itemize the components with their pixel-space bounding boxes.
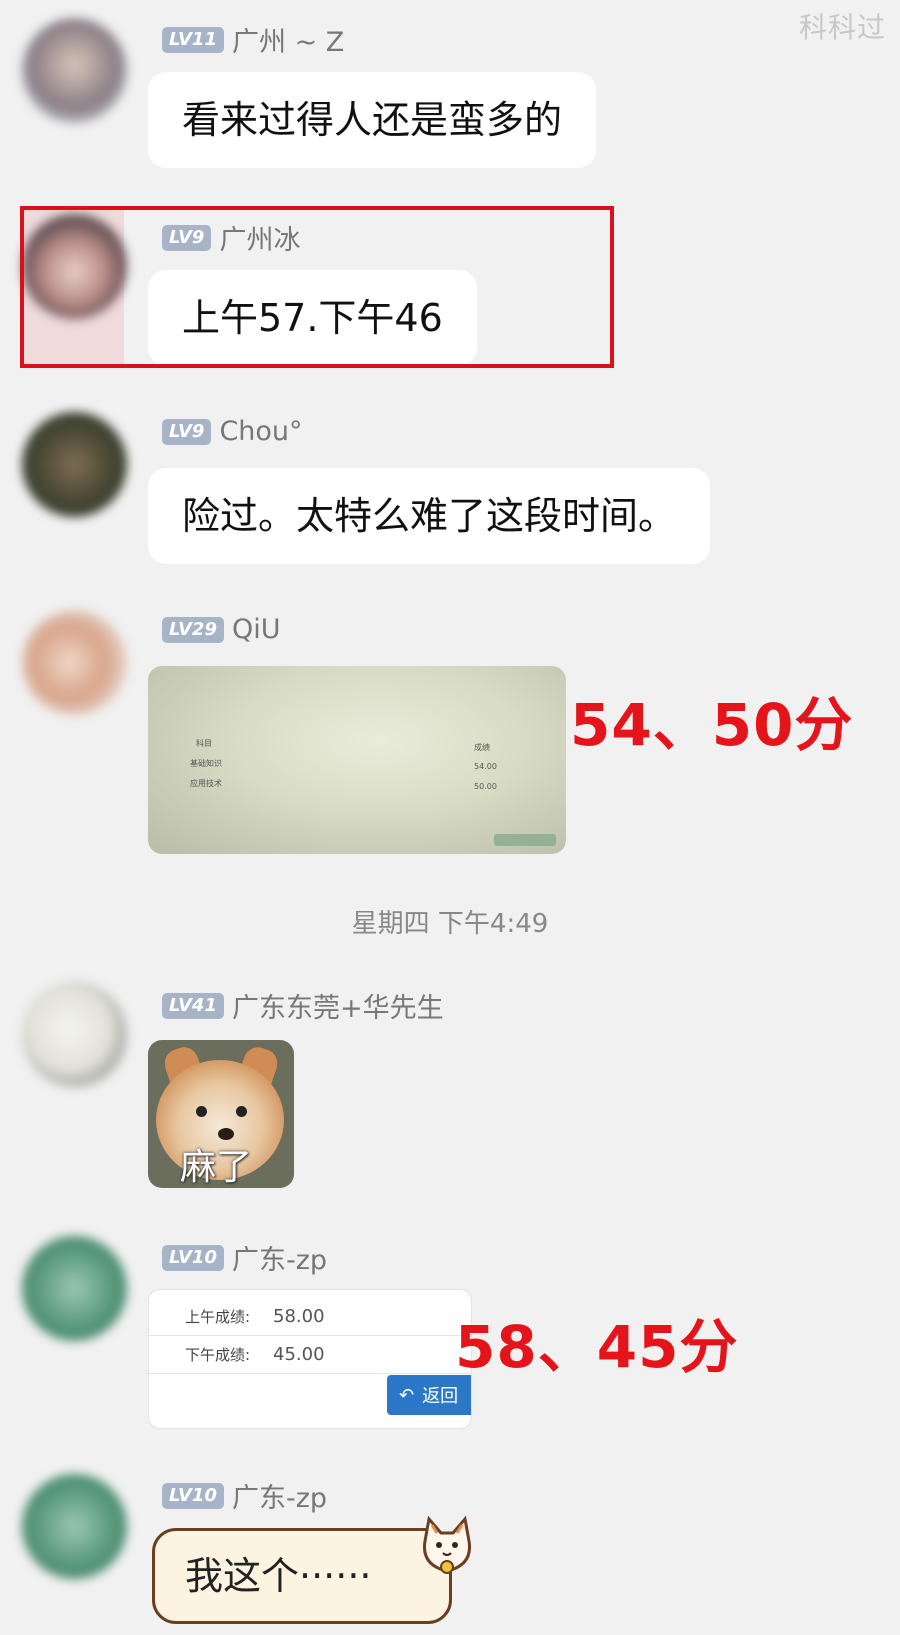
- level-badge: LV29: [162, 616, 224, 643]
- sender-name[interactable]: Chou°: [219, 416, 302, 447]
- avatar[interactable]: [22, 412, 127, 517]
- score-annotation: 58、45分: [455, 1313, 739, 1381]
- photo-text: 基础知识: [190, 759, 222, 768]
- avatar[interactable]: [22, 1236, 127, 1341]
- dog-eye: [236, 1106, 247, 1117]
- decorated-bubble[interactable]: 我这个······: [152, 1528, 452, 1624]
- highlight-box: [20, 206, 614, 368]
- watermark: 科科过: [798, 11, 886, 44]
- score-annotation: 54、50分: [570, 691, 854, 759]
- level-badge: LV10: [162, 1244, 224, 1271]
- message-meta: LV10 广东-zp: [162, 1476, 327, 1515]
- photo-text: 科目: [196, 739, 212, 748]
- score-row: 上午成绩: 58.00: [149, 1298, 471, 1336]
- photo-text: 50.00: [474, 782, 497, 791]
- level-badge: LV11: [162, 26, 224, 53]
- back-label: 返回: [422, 1386, 459, 1407]
- avatar[interactable]: [22, 982, 127, 1087]
- message-text: 我这个······: [185, 1554, 372, 1598]
- photo-toolbar: [494, 834, 556, 846]
- sender-name[interactable]: 广州 ~ Z: [232, 20, 344, 59]
- score-value: 45.00: [273, 1344, 325, 1365]
- level-badge: LV10: [162, 1482, 224, 1509]
- score-label: 下午成绩:: [185, 1346, 251, 1364]
- dog-sticker[interactable]: 麻了: [148, 1040, 294, 1188]
- message-bubble[interactable]: 看来过得人还是蛮多的: [148, 72, 597, 168]
- level-badge: LV9: [162, 418, 212, 445]
- photo-text: 成绩: [474, 743, 490, 752]
- message-meta: LV41 广东东莞+华先生: [162, 986, 444, 1025]
- sender-name[interactable]: 广东-zp: [232, 1238, 327, 1277]
- score-photo[interactable]: 科目 基础知识 应用技术 成绩 54.00 50.00: [148, 666, 566, 854]
- sender-name[interactable]: 广东-zp: [232, 1476, 327, 1515]
- avatar[interactable]: [22, 1474, 127, 1579]
- message-meta: LV10 广东-zp: [162, 1238, 327, 1277]
- message-bubble[interactable]: 险过。太特么难了这段时间。: [148, 468, 711, 564]
- lucky-cat-icon: [422, 1515, 472, 1574]
- sender-name[interactable]: QiU: [232, 614, 281, 645]
- sticker-caption: 麻了: [180, 1147, 253, 1188]
- photo-text: 应用技术: [190, 779, 222, 788]
- return-arrow-icon: ↶: [399, 1384, 415, 1406]
- dog-eye: [196, 1106, 207, 1117]
- score-value: 58.00: [273, 1306, 325, 1327]
- score-label: 上午成绩:: [185, 1308, 251, 1326]
- message-meta: LV29 QiU: [162, 614, 281, 645]
- sender-name[interactable]: 广东东莞+华先生: [232, 986, 444, 1025]
- message-meta: LV11 广州 ~ Z: [162, 20, 344, 59]
- avatar[interactable]: [22, 610, 127, 715]
- avatar[interactable]: [22, 18, 127, 123]
- photo-text: 54.00: [474, 762, 497, 771]
- score-screenshot[interactable]: 上午成绩: 58.00 下午成绩: 45.00 ↶ 返回: [148, 1289, 472, 1429]
- timestamp: 星期四 下午4:49: [351, 909, 549, 939]
- message-meta: LV9 Chou°: [162, 416, 303, 447]
- level-badge: LV41: [162, 992, 224, 1019]
- score-row: 下午成绩: 45.00: [149, 1336, 471, 1374]
